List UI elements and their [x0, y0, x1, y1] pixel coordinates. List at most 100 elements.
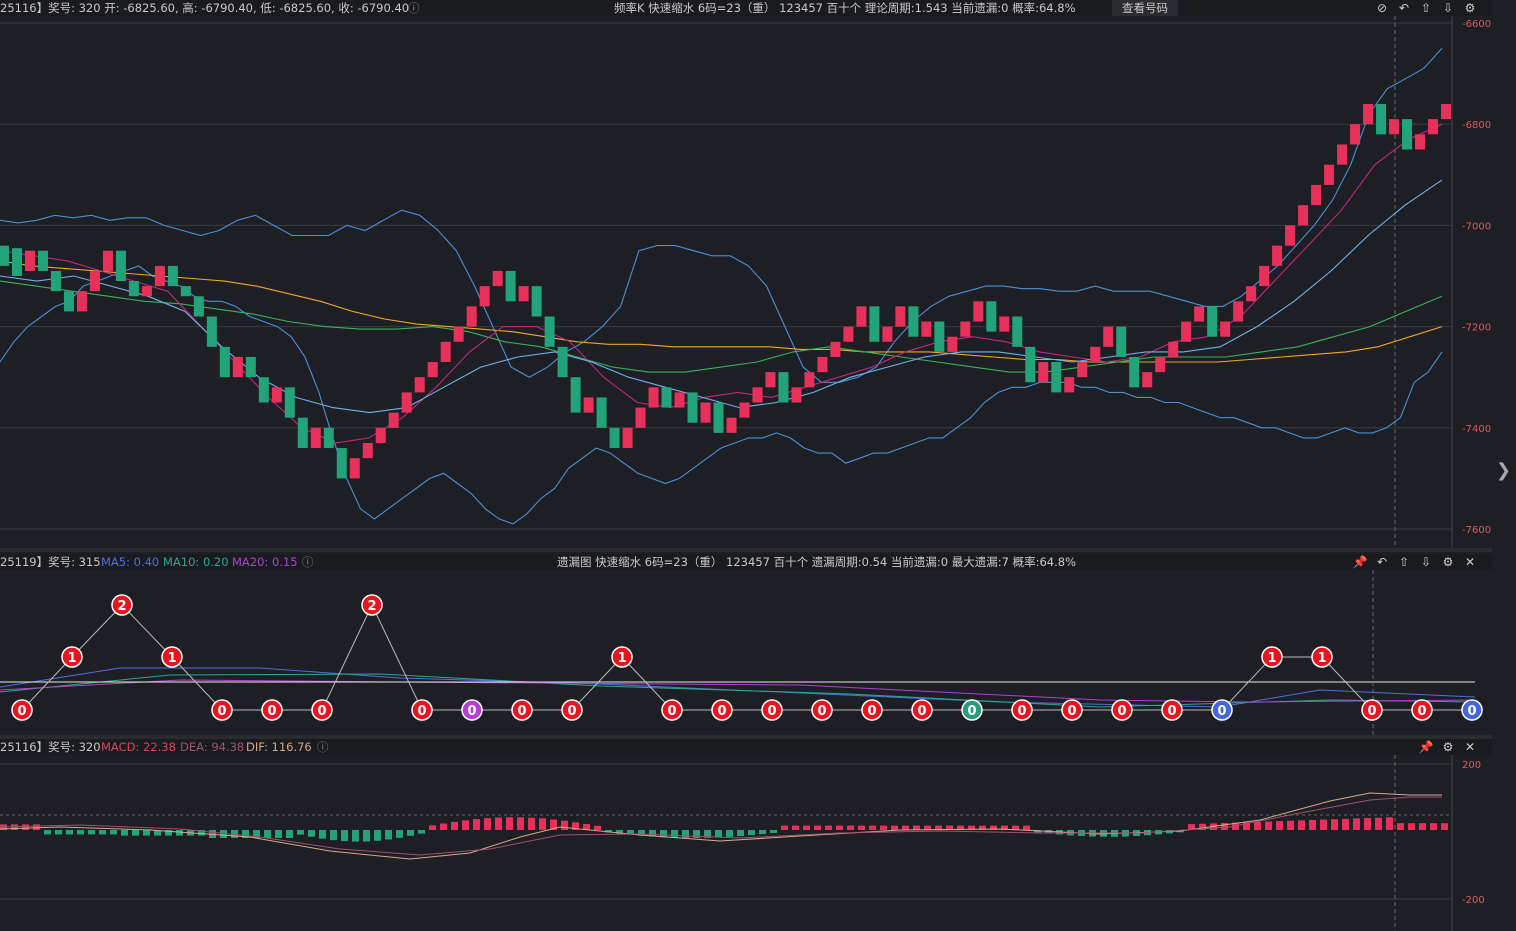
- candle: [466, 306, 477, 327]
- candle: [284, 387, 295, 418]
- candle: [1064, 377, 1075, 393]
- candle: [1103, 326, 1114, 347]
- omission-value: 0: [1417, 704, 1426, 719]
- candle: [908, 306, 919, 337]
- omission-value: 0: [1217, 704, 1226, 719]
- macd-bar: [869, 825, 876, 830]
- macd-bar: [308, 830, 315, 837]
- macd-bar: [858, 825, 865, 830]
- y-tick-label: -7200: [1462, 323, 1491, 334]
- candle: [1155, 356, 1166, 373]
- candle: [934, 321, 945, 352]
- indicator-line: [0, 179, 1443, 414]
- candle: [401, 392, 412, 413]
- macd-bar: [462, 820, 469, 830]
- macd-bar: [770, 830, 777, 834]
- macd-bar: [1364, 818, 1371, 830]
- candle: [1051, 362, 1062, 393]
- macd-bar: [803, 825, 810, 830]
- candle: [1194, 306, 1205, 322]
- candle: [1311, 184, 1322, 206]
- omission-path: [21, 603, 1472, 711]
- macd-bar: [341, 830, 348, 842]
- candle: [804, 372, 815, 388]
- candle: [323, 427, 334, 449]
- candle: [1298, 205, 1309, 226]
- macd-bar: [682, 830, 689, 838]
- macd-bar: [11, 824, 18, 830]
- candle: [1259, 265, 1270, 287]
- candle: [258, 377, 269, 403]
- omission-value: 0: [567, 704, 576, 719]
- omission-value: 0: [1117, 704, 1126, 719]
- omission-value: 0: [417, 704, 426, 719]
- candle: [791, 387, 802, 403]
- macd-bar: [880, 825, 887, 830]
- omission-value: 0: [267, 704, 276, 719]
- y-tick-label: -7000: [1462, 221, 1491, 232]
- candle: [492, 270, 503, 287]
- candle: [1207, 306, 1218, 337]
- macd-bar: [385, 830, 392, 840]
- candle: [505, 270, 516, 302]
- candle: [544, 316, 555, 347]
- candle: [1376, 103, 1387, 135]
- candle: [336, 448, 347, 479]
- candle: [128, 281, 139, 297]
- y-tick-label: -7600: [1462, 525, 1491, 536]
- macd-bar: [264, 830, 271, 838]
- macd-bar: [176, 830, 183, 836]
- omission-value: 0: [1067, 704, 1076, 719]
- y-tick-label: -200: [1462, 895, 1485, 906]
- macd-panel: 25116】奖号: 320 MACD: 22.38 DEA: 94.38 DIF…: [0, 737, 1516, 931]
- macd-bar: [374, 830, 381, 841]
- omission-value: 2: [367, 599, 376, 614]
- candle: [1129, 356, 1140, 388]
- macd-bar: [121, 830, 128, 836]
- candle: [89, 270, 100, 292]
- macd-bar: [319, 830, 326, 839]
- candle: [24, 250, 35, 271]
- macd-bar: [1287, 820, 1294, 830]
- kline-panel: 25116】奖号: 320 开: -6825.60, 高: -6790.40, …: [0, 0, 1516, 548]
- candle: [817, 356, 828, 373]
- candle: [1246, 286, 1257, 302]
- macd-bar: [902, 825, 909, 830]
- candle: [76, 291, 87, 312]
- macd-chart: 200 -200: [0, 755, 1485, 931]
- candle: [1363, 103, 1374, 125]
- macd-bar: [1430, 823, 1437, 830]
- macd-bar: [506, 817, 513, 830]
- omission-value: 1: [1267, 651, 1276, 666]
- macd-bar: [671, 830, 678, 838]
- macd-bar: [44, 830, 51, 835]
- candle: [1116, 326, 1127, 357]
- candle: [310, 427, 321, 449]
- omission-value: 0: [717, 704, 726, 719]
- candle: [1428, 119, 1439, 135]
- candle: [349, 458, 360, 479]
- candle: [752, 387, 763, 403]
- candle: [661, 387, 672, 408]
- candle: [414, 377, 425, 393]
- expand-chevron-icon[interactable]: ❯: [1496, 460, 1511, 481]
- candle: [960, 321, 971, 337]
- candle: [609, 427, 620, 449]
- candle: [297, 417, 308, 449]
- candle: [648, 387, 659, 408]
- macd-bar: [1386, 817, 1393, 830]
- candle: [713, 402, 724, 433]
- candle: [206, 316, 217, 347]
- candle: [882, 326, 893, 342]
- macd-bar: [330, 830, 337, 841]
- candle: [375, 427, 386, 443]
- candle: [1402, 119, 1413, 150]
- candle: [1038, 362, 1049, 383]
- candle: [869, 306, 880, 342]
- candle: [973, 301, 984, 322]
- omission-value: 0: [817, 704, 826, 719]
- omission-value: 0: [867, 704, 876, 719]
- omission-value: 0: [317, 704, 326, 719]
- macd-bar: [517, 817, 524, 830]
- candle: [999, 316, 1010, 332]
